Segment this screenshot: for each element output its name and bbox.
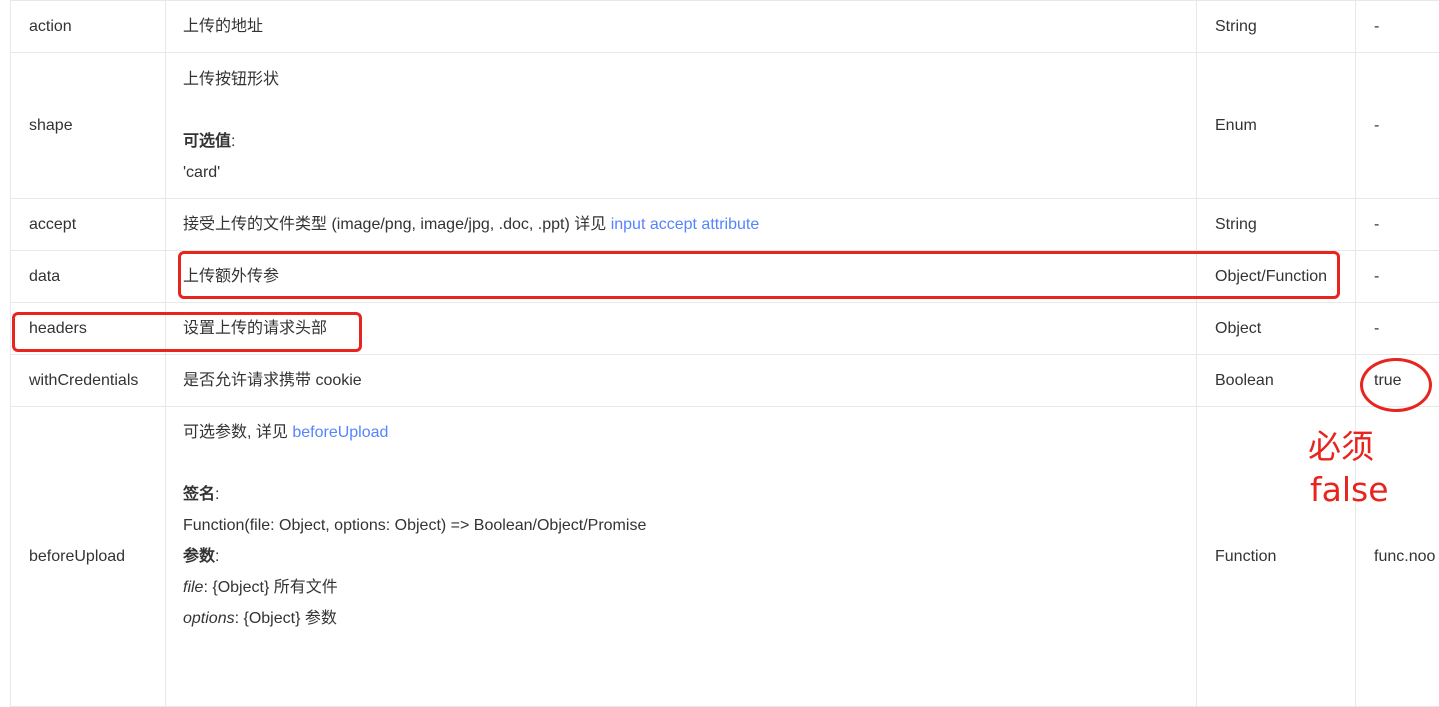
props-table: action 上传的地址 String - shape 上传按钮形状 可选值: … xyxy=(10,0,1439,707)
desc-text: 接受上传的文件类型 (image/png, image/jpg, .doc, .… xyxy=(183,216,611,233)
prop-desc: 接受上传的文件类型 (image/png, image/jpg, .doc, .… xyxy=(166,199,1197,251)
optional-label: 可选值 xyxy=(183,133,231,150)
prop-name: withCredentials xyxy=(11,355,166,407)
table-row: accept 接受上传的文件类型 (image/png, image/jpg, … xyxy=(11,199,1439,251)
param-name: file xyxy=(183,579,203,596)
desc-text: 可选参数, 详见 xyxy=(183,424,292,441)
prop-desc: 上传按钮形状 可选值: 'card' xyxy=(166,53,1197,199)
input-accept-attribute-link[interactable]: input accept attribute xyxy=(611,216,760,233)
param-desc: {Object} 所有文件 xyxy=(208,579,338,596)
table-row: shape 上传按钮形状 可选值: 'card' Enum - xyxy=(11,53,1439,199)
prop-name: shape xyxy=(11,53,166,199)
prop-name: beforeUpload xyxy=(11,407,166,707)
prop-type: String xyxy=(1197,199,1356,251)
params: 参数: xyxy=(183,541,1178,572)
signature: 签名: xyxy=(183,479,1178,510)
signature-label: 签名 xyxy=(183,486,215,503)
desc-line: 可选参数, 详见 beforeUpload xyxy=(183,417,1178,448)
prop-desc: 上传的地址 xyxy=(166,1,1197,53)
prop-type: Boolean xyxy=(1197,355,1356,407)
annotation-circle-true xyxy=(1360,358,1432,412)
prop-name: action xyxy=(11,1,166,53)
optional-value: 'card' xyxy=(183,157,1178,188)
prop-default: - xyxy=(1356,1,1439,53)
prop-desc: 是否允许请求携带 cookie xyxy=(166,355,1197,407)
before-upload-link[interactable]: beforeUpload xyxy=(292,424,388,441)
prop-type: Enum xyxy=(1197,53,1356,199)
prop-default: - xyxy=(1356,251,1439,303)
param-options: options: {Object} 参数 xyxy=(183,603,1178,634)
prop-default: - xyxy=(1356,199,1439,251)
prop-type: Object xyxy=(1197,303,1356,355)
desc-title: 上传按钮形状 xyxy=(183,64,1178,95)
prop-name: data xyxy=(11,251,166,303)
table-row: action 上传的地址 String - xyxy=(11,1,1439,53)
param-name: options xyxy=(183,610,235,627)
prop-desc: 可选参数, 详见 beforeUpload 签名: Function(file:… xyxy=(166,407,1197,707)
table-row: withCredentials 是否允许请求携带 cookie Boolean … xyxy=(11,355,1439,407)
param-file: file: {Object} 所有文件 xyxy=(183,572,1178,603)
prop-default: - xyxy=(1356,53,1439,199)
prop-default: - xyxy=(1356,303,1439,355)
prop-name: accept xyxy=(11,199,166,251)
annotation-box-data xyxy=(178,251,1340,299)
annotation-text-must: 必须 xyxy=(1308,426,1374,468)
prop-type: String xyxy=(1197,1,1356,53)
optional-values: 可选值: xyxy=(183,126,1178,157)
annotation-text-false: false xyxy=(1310,469,1389,511)
table-row: beforeUpload 可选参数, 详见 beforeUpload 签名: F… xyxy=(11,407,1439,707)
signature-value: Function(file: Object, options: Object) … xyxy=(183,510,1178,541)
params-label: 参数 xyxy=(183,548,215,565)
annotation-box-headers xyxy=(12,312,362,352)
param-desc: {Object} 参数 xyxy=(239,610,337,627)
